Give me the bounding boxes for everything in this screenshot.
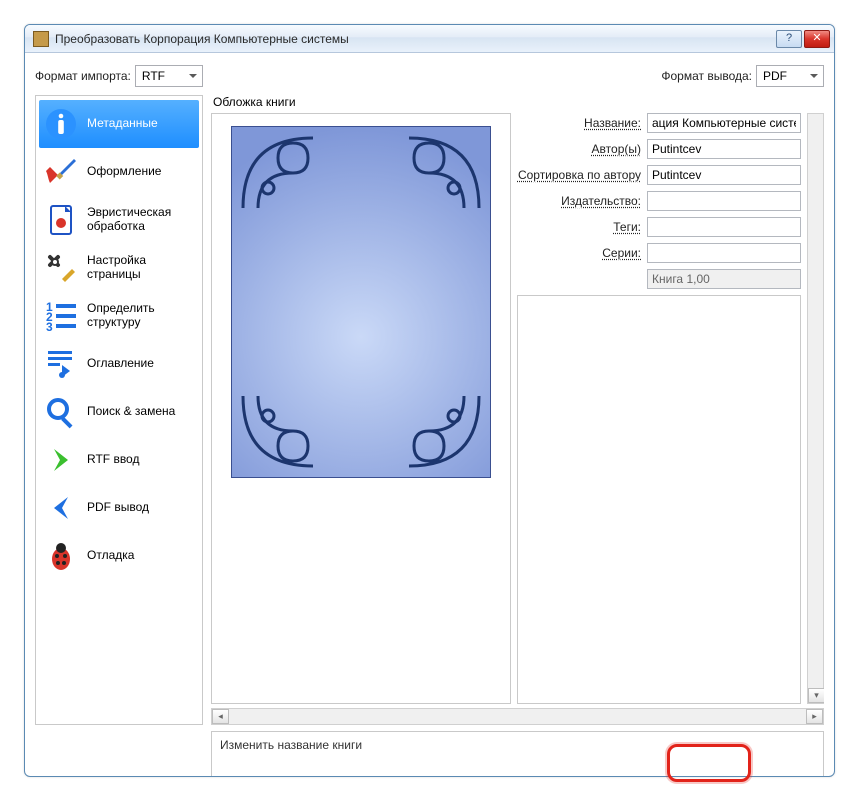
sidebar-item-debug[interactable]: Отладка [39,532,199,580]
chevron-left-icon [43,490,79,526]
cover-image[interactable] [231,126,491,478]
import-format-label: Формат импорта: [35,69,131,83]
sidebar-item-label: Оглавление [87,357,154,371]
sidebar-item-label: Настройка страницы [87,254,195,282]
close-button[interactable]: ✕ [804,30,830,48]
sidebar-item-label: Определить структуру [87,302,195,330]
authorsort-input[interactable] [647,165,801,185]
sidebar-item-search[interactable]: Поиск & замена [39,388,199,436]
toc-icon [43,346,79,382]
window-title: Преобразовать Корпорация Компьютерные си… [55,32,776,46]
sidebar-item-pdf-output[interactable]: PDF вывод [39,484,199,532]
sidebar-item-label: RTF ввод [87,453,139,467]
title-label: Название: [517,116,647,130]
publisher-input[interactable] [647,191,801,211]
sidebar-item-label: PDF вывод [87,501,149,515]
help-panel: Изменить название книги [211,731,824,777]
output-format-label: Формат вывода: [661,69,752,83]
comments-area[interactable] [517,295,801,704]
cover-preview [211,113,511,704]
sidebar-item-label: Отладка [87,549,134,563]
search-icon [43,394,79,430]
horizontal-scrollbar[interactable]: ◂ ▸ [211,708,824,725]
sidebar-item-metadata[interactable]: Метаданные [39,100,199,148]
app-icon [33,31,49,47]
chevron-right-icon [43,442,79,478]
import-format-value: RTF [142,69,165,83]
sidebar: Метаданные Оформление Эвристическая обра… [35,95,203,725]
bug-icon [43,538,79,574]
sidebar-item-label: Оформление [87,165,161,179]
tags-label: Теги: [517,220,647,234]
scroll-down-icon[interactable]: ▾ [808,688,824,703]
sidebar-item-structure[interactable]: 123 Определить структуру [39,292,199,340]
title-input[interactable] [647,113,801,133]
info-icon [43,106,79,142]
scroll-left-icon[interactable]: ◂ [212,709,229,724]
sidebar-item-label: Поиск & замена [87,405,175,419]
series-index-input[interactable] [647,269,801,289]
author-input[interactable] [647,139,801,159]
output-format-combo[interactable]: PDF [756,65,824,87]
help-text: Изменить название книги [220,738,362,752]
cover-section-label: Обложка книги [213,95,824,109]
sidebar-item-label: Эвристическая обработка [87,206,195,234]
vertical-scrollbar[interactable]: ▾ [807,113,824,704]
scroll-right-icon[interactable]: ▸ [806,709,823,724]
sidebar-item-rtf-input[interactable]: RTF ввод [39,436,199,484]
svg-text:3: 3 [46,320,53,333]
brush-icon [43,154,79,190]
series-label: Серии: [517,246,647,260]
authorsort-label: Сортировка по автору [517,168,647,182]
sidebar-item-label: Метаданные [87,117,158,131]
sidebar-item-heuristic[interactable]: Эвристическая обработка [39,196,199,244]
sidebar-item-toc[interactable]: Оглавление [39,340,199,388]
page-gear-icon [43,202,79,238]
sidebar-item-page-setup[interactable]: Настройка страницы [39,244,199,292]
tags-input[interactable] [647,217,801,237]
import-format-combo[interactable]: RTF [135,65,203,87]
author-label: Автор(ы) [517,142,647,156]
output-format-value: PDF [763,69,787,83]
help-button[interactable]: ? [776,30,802,48]
list-123-icon: 123 [43,298,79,334]
sidebar-item-look[interactable]: Оформление [39,148,199,196]
publisher-label: Издательство: [517,194,647,208]
dialog-window: Преобразовать Корпорация Компьютерные си… [24,24,835,777]
tools-icon [43,250,79,286]
titlebar[interactable]: Преобразовать Корпорация Компьютерные си… [25,25,834,53]
series-input[interactable] [647,243,801,263]
